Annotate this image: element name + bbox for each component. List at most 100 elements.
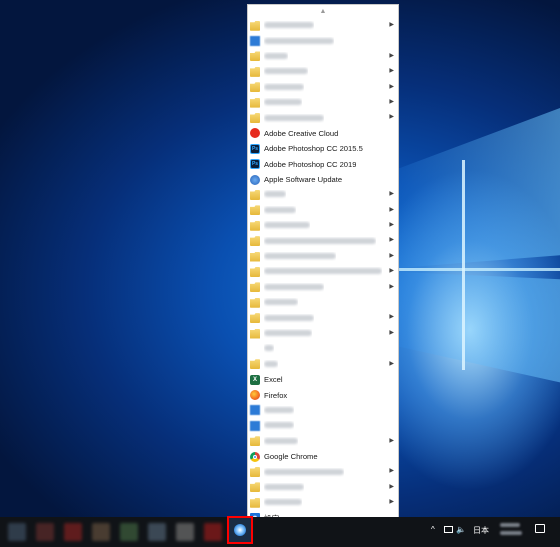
start-menu-item[interactable]: ▶ xyxy=(248,249,398,264)
folder-icon xyxy=(250,189,260,200)
start-menu-item-label xyxy=(264,437,298,446)
scroll-up-button[interactable]: ▲ xyxy=(248,5,398,18)
chevron-right-icon: ▶ xyxy=(389,268,394,275)
start-menu-item-label: Adobe Photoshop CC 2019 xyxy=(264,159,357,169)
start-menu-item[interactable]: ▶ xyxy=(248,218,398,233)
start-menu-item-label xyxy=(264,468,344,477)
chevron-right-icon: ▶ xyxy=(389,98,394,105)
adobe-creative-cloud-icon xyxy=(250,128,260,139)
start-menu-item[interactable]: ▶ xyxy=(248,280,398,295)
start-menu-item[interactable] xyxy=(248,295,398,310)
start-menu-item[interactable]: Adobe Creative Cloud xyxy=(248,126,398,141)
redacted-label xyxy=(264,83,304,90)
folder-icon xyxy=(250,113,260,124)
photoshop-icon: Ps xyxy=(250,159,260,170)
redacted-label xyxy=(264,330,312,336)
start-menu-item-label xyxy=(264,37,334,46)
start-menu-item-label xyxy=(264,98,302,107)
start-menu-item[interactable]: X Excel xyxy=(248,372,398,387)
start-menu-item[interactable]: ▶ xyxy=(248,18,398,33)
start-menu-item[interactable]: ▶ xyxy=(248,464,398,479)
chevron-right-icon: ▶ xyxy=(389,499,394,506)
redacted-label xyxy=(264,345,274,352)
clock[interactable] xyxy=(500,523,522,539)
start-menu-item[interactable] xyxy=(248,403,398,418)
folder-icon xyxy=(250,251,260,262)
start-menu-item[interactable] xyxy=(248,418,398,433)
blurred-app-7-icon[interactable] xyxy=(176,523,194,541)
start-menu-item[interactable]: ▶ xyxy=(248,80,398,95)
start-menu-item[interactable]: ▶ xyxy=(248,264,398,279)
start-menu-item[interactable]: ▶ xyxy=(248,357,398,372)
tray-chevron-icon[interactable]: ^ xyxy=(431,525,435,534)
start-menu-item-label xyxy=(264,267,382,276)
start-menu-item[interactable]: ▶ xyxy=(248,95,398,110)
folder-icon xyxy=(250,97,260,108)
blurred-app-2-icon[interactable] xyxy=(36,523,54,541)
blurred-app-5-icon[interactable] xyxy=(120,523,138,541)
chevron-right-icon: ▶ xyxy=(389,252,394,259)
start-menu-item[interactable]: ▶ xyxy=(248,49,398,64)
start-menu-item-label: Google Chrome xyxy=(264,452,318,462)
start-menu-item[interactable] xyxy=(248,33,398,48)
folder-icon xyxy=(250,467,260,478)
network-icon[interactable] xyxy=(444,526,453,533)
start-menu-item-label xyxy=(264,314,314,323)
start-menu-item[interactable]: ▶ xyxy=(248,434,398,449)
start-menu-item-label xyxy=(264,67,308,76)
redacted-label xyxy=(264,222,310,229)
chevron-right-icon: ▶ xyxy=(389,206,394,213)
start-menu-item[interactable]: ▶ xyxy=(248,495,398,510)
wallpaper-pane-line xyxy=(462,160,465,370)
chevron-right-icon: ▶ xyxy=(389,283,394,290)
start-button[interactable] xyxy=(227,516,253,544)
start-menu-item[interactable]: Apple Software Update xyxy=(248,172,398,187)
folder-icon xyxy=(250,205,260,216)
start-menu-item-label xyxy=(264,421,294,430)
folder-icon xyxy=(250,220,260,231)
blurred-app-6-icon[interactable] xyxy=(148,523,166,541)
folder-icon xyxy=(250,51,260,62)
volume-icon[interactable]: 🔈 xyxy=(456,525,466,534)
redacted-label xyxy=(264,483,304,490)
app-icon xyxy=(250,420,260,431)
blurred-app-4-icon[interactable] xyxy=(92,523,110,541)
start-menu-item-label xyxy=(264,52,288,61)
blurred-app-8-icon[interactable] xyxy=(204,523,222,541)
folder-icon xyxy=(250,359,260,370)
folder-icon xyxy=(250,313,260,324)
start-menu-item[interactable]: ▶ xyxy=(248,326,398,341)
start-menu-item[interactable]: ▶ xyxy=(248,187,398,202)
start-menu-item[interactable]: ▶ xyxy=(248,110,398,125)
folder-icon xyxy=(250,266,260,277)
blurred-app-1-icon[interactable] xyxy=(8,523,26,541)
start-menu-item[interactable]: ▶ xyxy=(248,310,398,325)
app-icon xyxy=(250,36,260,47)
start-menu-item[interactable]: Google Chrome xyxy=(248,449,398,464)
input-language-indicator[interactable]: 日本 xyxy=(473,525,489,536)
taskbar: ^ 🔈 日本 xyxy=(0,517,560,547)
folder-icon xyxy=(250,328,260,339)
start-menu-item-label: Firefox xyxy=(264,390,288,400)
redacted-label xyxy=(264,206,296,213)
chevron-right-icon: ▶ xyxy=(389,237,394,244)
start-menu-item[interactable]: Ps Adobe Photoshop CC 2019 xyxy=(248,157,398,172)
start-menu-item[interactable]: Ps Adobe Photoshop CC 2015.5 xyxy=(248,141,398,156)
redacted-label xyxy=(264,68,308,75)
start-menu-item[interactable]: Firefox xyxy=(248,387,398,402)
start-menu-list: ▶ ▶ ▶ ▶ ▶ ▶ Adobe Creative Cloud Ps Adobe Photos… xyxy=(248,18,398,526)
blurred-app-3-icon[interactable] xyxy=(64,523,82,541)
redacted-label xyxy=(264,314,314,321)
start-menu-item[interactable] xyxy=(248,341,398,356)
action-center-icon[interactable] xyxy=(535,524,545,533)
start-menu-item[interactable]: ▶ xyxy=(248,480,398,495)
chevron-right-icon: ▶ xyxy=(389,483,394,490)
folder-icon xyxy=(250,20,260,31)
start-menu-item[interactable]: ▶ xyxy=(248,64,398,79)
start-menu-item[interactable]: ▶ xyxy=(248,203,398,218)
start-menu-item-label xyxy=(264,360,278,369)
redacted-label xyxy=(264,299,298,306)
redacted-label xyxy=(264,437,298,444)
start-menu-item[interactable]: ▶ xyxy=(248,233,398,248)
start-menu-item-label xyxy=(264,237,376,246)
